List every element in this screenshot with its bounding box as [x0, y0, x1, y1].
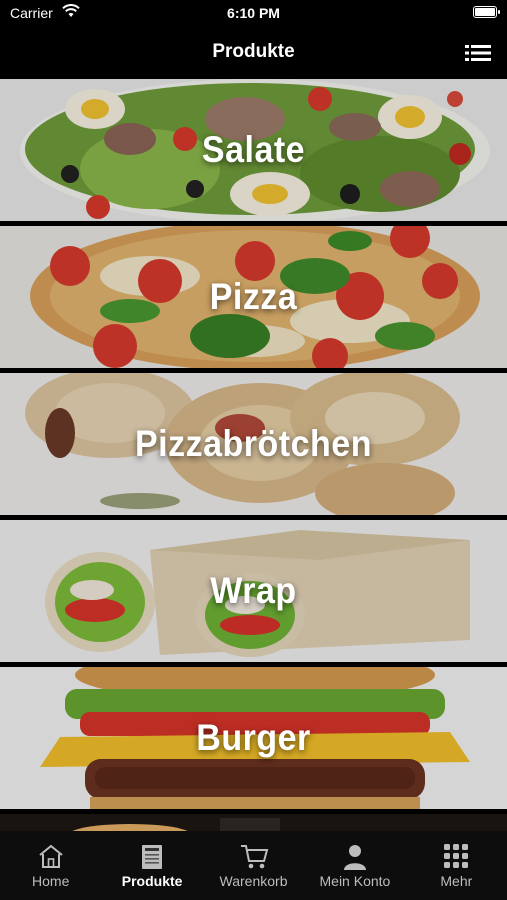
user-icon — [343, 845, 366, 870]
tab-label: Home — [32, 873, 70, 889]
tab-mein-konto[interactable]: Mein Konto — [304, 831, 405, 900]
tab-label: Produkte — [121, 873, 183, 889]
tab-mehr[interactable]: Mehr — [406, 831, 507, 900]
nav-header: Produkte — [0, 28, 507, 78]
category-label: Burger — [196, 716, 311, 758]
category-tile-burger[interactable]: Burger — [0, 667, 507, 809]
category-list: Salate Pizza Pizzabrötchen Wrap Burger — [0, 79, 507, 831]
home-icon — [39, 844, 63, 868]
list-icon[interactable] — [465, 43, 491, 63]
category-tile-pizzabroetchen[interactable]: Pizzabrötchen — [0, 373, 507, 515]
category-label: Pizzabrötchen — [135, 422, 372, 464]
page-title: Produkte — [212, 41, 295, 62]
category-label: Salate — [201, 128, 306, 170]
menu-card-icon — [142, 845, 163, 869]
cart-icon — [240, 845, 268, 869]
tab-label: Mehr — [440, 873, 473, 889]
tab-label: Mein Konto — [319, 873, 391, 889]
category-tile-more[interactable] — [0, 814, 507, 831]
battery-icon — [473, 6, 500, 18]
food-photo — [0, 814, 507, 831]
tab-label: Warenkorb — [219, 873, 288, 889]
category-tile-salate[interactable]: Salate — [0, 79, 507, 221]
clock: 6:10 PM — [227, 5, 280, 21]
category-tile-pizza[interactable]: Pizza — [0, 226, 507, 368]
category-tile-wrap[interactable]: Wrap — [0, 520, 507, 662]
status-bar: Carrier 6:10 PM — [0, 0, 507, 28]
grid-icon — [444, 844, 469, 868]
tab-home[interactable]: Home — [0, 831, 101, 900]
tab-warenkorb[interactable]: Warenkorb — [203, 831, 304, 900]
category-label: Pizza — [209, 275, 298, 317]
category-label: Wrap — [210, 569, 297, 611]
tab-produkte[interactable]: Produkte — [101, 831, 202, 900]
tab-bar: Home Produkte Warenkorb Mein Konto Mehr — [0, 831, 507, 900]
